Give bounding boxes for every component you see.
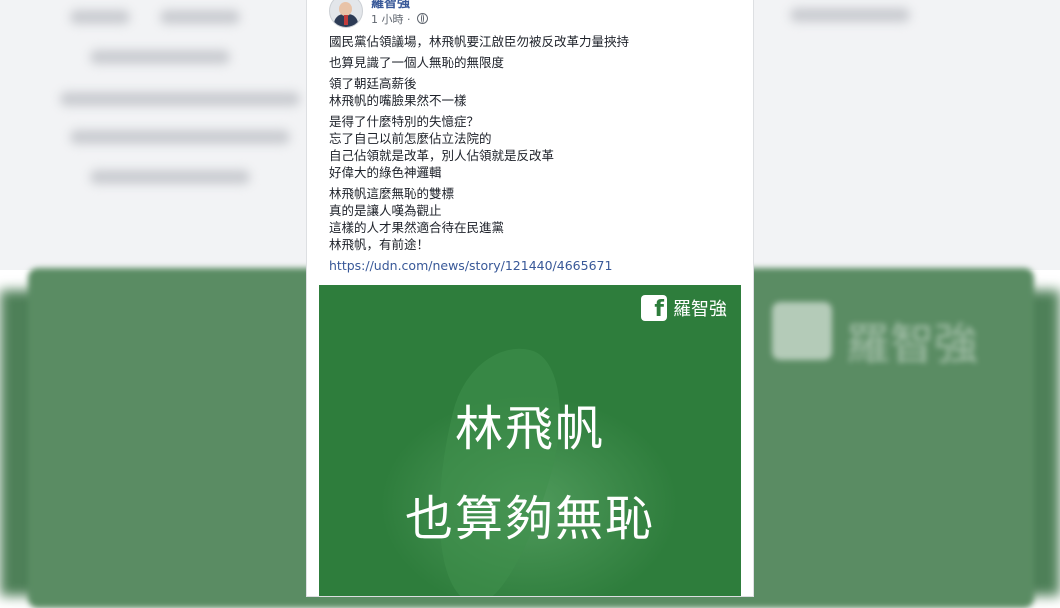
author-name[interactable]: 羅智強: [371, 0, 410, 11]
blurred-text: [60, 92, 300, 106]
blurred-text: [90, 50, 230, 64]
post-paragraph: 領了朝廷高薪後 林飛帆的嘴臉果然不一樣: [329, 75, 739, 109]
image-headline-line2: 也算夠無恥: [404, 491, 655, 547]
post-line: 林飛帆這麼無恥的雙標: [329, 186, 455, 201]
post-paragraph: 林飛帆這麼無恥的雙標 真的是讓人嘆為觀止 這樣的人才果然適合待在民進黨 林飛帆，…: [329, 185, 739, 253]
blurred-text: [70, 130, 290, 144]
post-line: 領了朝廷高薪後: [329, 76, 417, 91]
blurred-text: [790, 8, 910, 22]
image-headline-line1: 林飛帆: [454, 401, 605, 457]
blurred-text: [70, 10, 130, 24]
post-paragraph: 是得了什麼特別的失憶症？ 忘了自己以前怎麼佔立法院的 自己佔領就是改革，別人佔領…: [329, 113, 739, 181]
post-meta: 1 小時 ·: [371, 11, 428, 27]
blurred-facebook-icon: [772, 302, 832, 360]
post-line: 國民黨佔領議場，林飛帆要江啟臣勿被反改革力量挾持: [329, 34, 630, 49]
post-line: 忘了自己以前怎麼佔立法院的: [329, 131, 492, 146]
image-watermark: f 羅智強: [641, 295, 727, 321]
post-line: 林飛帆，有前途！: [329, 237, 430, 252]
post-image[interactable]: f 羅智強 林飛帆 也算夠無恥: [319, 285, 741, 596]
post-line: 林飛帆的嘴臉果然不一樣: [329, 93, 467, 108]
facebook-icon: f: [641, 295, 667, 321]
post-paragraph: 國民黨佔領議場，林飛帆要江啟臣勿被反改革力量挾持: [329, 33, 739, 50]
avatar[interactable]: [329, 0, 363, 28]
blurred-text: [90, 170, 250, 184]
post-line: 真的是讓人嘆為觀止: [329, 203, 442, 218]
post-paragraph: 也算見識了一個人無恥的無限度: [329, 54, 739, 71]
post-line: 是得了什麼特別的失憶症？: [329, 114, 480, 129]
facebook-post-card: 羅智強 1 小時 · 國民黨佔領議場，林飛帆要江啟臣勿被反改革力量挾持 也算見識…: [307, 0, 753, 596]
globe-icon: [417, 13, 428, 24]
post-line: 自己佔領就是改革，別人佔領就是反改革: [329, 148, 555, 163]
post-line: 這樣的人才果然適合待在民進黨: [329, 220, 505, 235]
post-time[interactable]: 1 小時: [371, 13, 404, 26]
post-line: 也算見識了一個人無恥的無限度: [329, 55, 505, 70]
blurred-text: [160, 10, 240, 24]
watermark-name: 羅智強: [673, 299, 727, 320]
news-link[interactable]: https://udn.com/news/story/121440/466567…: [329, 257, 739, 274]
blurred-watermark-text: 羅智強: [846, 319, 978, 370]
post-text: 國民黨佔領議場，林飛帆要江啟臣勿被反改革力量挾持 也算見識了一個人無恥的無限度 …: [329, 33, 739, 274]
post-line: 好偉大的綠色神邏輯: [329, 165, 442, 180]
meta-separator: ·: [407, 13, 411, 26]
